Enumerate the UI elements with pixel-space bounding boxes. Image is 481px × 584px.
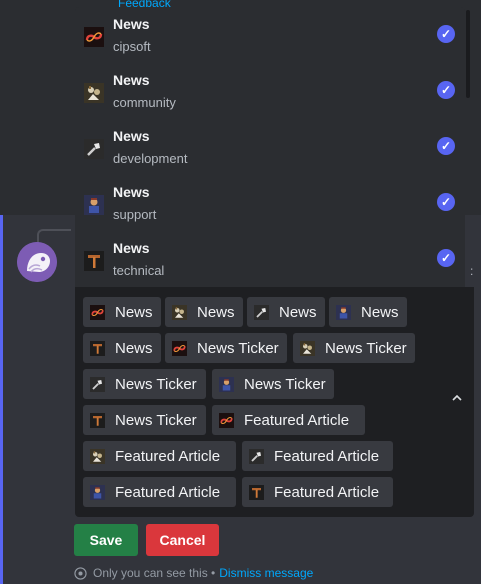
option-description: development bbox=[113, 151, 188, 166]
selected-chip[interactable]: Featured Article bbox=[83, 477, 236, 507]
community-icon bbox=[90, 448, 105, 464]
support-icon bbox=[84, 195, 104, 215]
development-icon bbox=[90, 376, 105, 392]
chip-label: News bbox=[115, 303, 153, 321]
development-icon bbox=[249, 448, 264, 464]
dropdown-option-development[interactable]: News development ✓ bbox=[75, 119, 465, 175]
dropdown-option-cipsoft[interactable]: News cipsoft ✓ bbox=[75, 7, 465, 63]
chip-label: News Ticker bbox=[115, 411, 197, 429]
technical-icon bbox=[90, 412, 105, 428]
support-icon bbox=[336, 304, 351, 320]
selected-chip[interactable]: News Ticker bbox=[293, 333, 415, 363]
support-icon bbox=[219, 376, 234, 392]
chip-label: News bbox=[197, 303, 235, 321]
chip-label: News bbox=[279, 303, 317, 321]
cipsoft-logo-icon bbox=[172, 340, 187, 356]
selected-chip[interactable]: News Ticker bbox=[83, 405, 206, 435]
dropdown-scrollbar[interactable] bbox=[466, 10, 470, 98]
option-description: cipsoft bbox=[113, 39, 151, 54]
checkmark-icon: ✓ bbox=[437, 81, 455, 99]
selected-chip[interactable]: News Ticker bbox=[83, 369, 206, 399]
selected-chip[interactable]: News bbox=[83, 333, 161, 363]
development-icon bbox=[84, 139, 104, 159]
checkmark-icon: ✓ bbox=[437, 249, 455, 267]
chip-label: Featured Article bbox=[115, 483, 221, 501]
dropdown-option-community[interactable]: News community ✓ bbox=[75, 63, 465, 119]
message-text-fragment: : bbox=[470, 264, 474, 278]
mention-accent-bar bbox=[0, 215, 3, 584]
chevron-up-icon[interactable] bbox=[451, 392, 463, 404]
save-button[interactable]: Save bbox=[74, 524, 138, 556]
checkmark-icon: ✓ bbox=[437, 137, 455, 155]
technical-icon bbox=[84, 251, 104, 271]
option-description: technical bbox=[113, 263, 165, 278]
chip-label: News bbox=[115, 339, 153, 357]
selected-chip[interactable]: News Ticker bbox=[212, 369, 334, 399]
selected-chip[interactable]: News bbox=[329, 297, 407, 327]
chip-label: Featured Article bbox=[274, 447, 380, 465]
multi-select-box[interactable]: News News News News News News Ticker News Tick… bbox=[75, 287, 474, 517]
selected-chip[interactable]: Featured Article bbox=[212, 405, 365, 435]
selected-chip[interactable]: News bbox=[247, 297, 325, 327]
selected-chip[interactable]: Featured Article bbox=[242, 477, 393, 507]
option-description: community bbox=[113, 95, 176, 110]
select-menu-dropdown: News cipsoft ✓ News community ✓ News developmen… bbox=[75, 7, 465, 287]
chip-label: News Ticker bbox=[197, 339, 279, 357]
support-icon bbox=[90, 484, 105, 500]
dropdown-option-technical[interactable]: News technical ✓ bbox=[75, 231, 465, 287]
community-icon bbox=[172, 304, 187, 320]
option-label: News bbox=[113, 184, 150, 200]
selected-chip[interactable]: Featured Article bbox=[83, 441, 236, 471]
chip-label: News Ticker bbox=[325, 339, 407, 357]
selected-chip[interactable]: Featured Article bbox=[242, 441, 393, 471]
cipsoft-logo-icon bbox=[90, 304, 105, 320]
ephemeral-text: Only you can see this • bbox=[93, 566, 216, 580]
chip-label: News bbox=[361, 303, 399, 321]
chip-label: Featured Article bbox=[244, 411, 350, 429]
option-label: News bbox=[113, 72, 150, 88]
selected-chip[interactable]: News bbox=[165, 297, 243, 327]
chip-label: Featured Article bbox=[274, 483, 380, 501]
option-label: News bbox=[113, 128, 150, 144]
selected-chip[interactable]: News bbox=[83, 297, 161, 327]
cipsoft-logo-icon bbox=[84, 27, 104, 47]
dismiss-message-link[interactable]: Dismiss message bbox=[219, 566, 313, 580]
cipsoft-logo-icon bbox=[219, 412, 234, 428]
avatar[interactable] bbox=[17, 242, 57, 282]
ephemeral-notice: Only you can see this • Dismiss message bbox=[74, 566, 313, 580]
option-label: News bbox=[113, 16, 150, 32]
checkmark-icon: ✓ bbox=[437, 193, 455, 211]
option-label: News bbox=[113, 240, 150, 256]
selected-chip[interactable]: News Ticker bbox=[165, 333, 287, 363]
cancel-button[interactable]: Cancel bbox=[146, 524, 219, 556]
chip-label: News Ticker bbox=[115, 375, 197, 393]
technical-icon bbox=[249, 484, 264, 500]
development-icon bbox=[254, 304, 269, 320]
community-icon bbox=[300, 340, 315, 356]
chip-label: Featured Article bbox=[115, 447, 221, 465]
dropdown-option-support[interactable]: News support ✓ bbox=[75, 175, 465, 231]
technical-icon bbox=[90, 340, 105, 356]
eye-icon bbox=[74, 566, 87, 580]
community-icon bbox=[84, 83, 104, 103]
option-description: support bbox=[113, 207, 157, 222]
avatar-image-icon bbox=[17, 242, 57, 282]
checkmark-icon: ✓ bbox=[437, 25, 455, 43]
chip-label: News Ticker bbox=[244, 375, 326, 393]
